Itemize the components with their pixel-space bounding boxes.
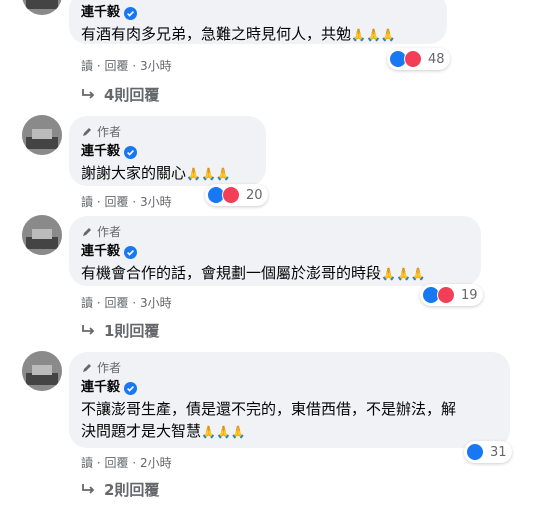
- reaction-count: 31: [490, 444, 507, 460]
- love-reaction-icon: [222, 186, 240, 204]
- comment-actions: 讀 · 回覆 · 3小時: [81, 296, 172, 310]
- pen-icon: [83, 364, 91, 372]
- read-link[interactable]: 讀: [81, 296, 93, 310]
- comment-bubble: 作者 連千毅 謝謝大家的關心🙏🙏🙏: [69, 116, 266, 186]
- comment-text: 有機會合作的話，會規劃一個屬於澎哥的時段: [81, 264, 382, 282]
- avatar[interactable]: [22, 351, 62, 391]
- timestamp[interactable]: 3小時: [140, 296, 172, 310]
- reply-link[interactable]: 回覆: [105, 456, 129, 470]
- reaction-summary[interactable]: 20: [205, 184, 268, 206]
- love-reaction-icon: [404, 50, 422, 68]
- author-tag: 作者: [81, 224, 469, 240]
- comment-bubble: 連千毅 有酒有肉多兄弟，急難之時見何人，共勉🙏🙏🙏: [69, 0, 447, 44]
- reply-link[interactable]: 回覆: [105, 59, 129, 73]
- reply-link[interactable]: 回覆: [105, 296, 129, 310]
- verified-badge-icon: [124, 245, 138, 259]
- like-reaction-icon: [466, 443, 484, 461]
- verified-badge-icon: [124, 6, 138, 20]
- comment-text: 有酒有肉多兄弟，急難之時見何人，共勉: [81, 25, 352, 43]
- verified-badge-icon: [124, 145, 138, 159]
- love-reaction-icon: [437, 286, 455, 304]
- timestamp[interactable]: 2小時: [140, 456, 172, 470]
- reaction-summary[interactable]: 48: [387, 48, 450, 70]
- avatar[interactable]: [22, 115, 62, 155]
- reaction-count: 19: [461, 287, 478, 303]
- comment-text: 謝謝大家的關心: [81, 164, 187, 182]
- commenter-name[interactable]: 連千毅: [81, 379, 120, 397]
- pray-emoji: 🙏🙏🙏: [381, 267, 426, 281]
- pray-emoji: 🙏🙏🙏: [351, 28, 396, 42]
- reply-link[interactable]: 回覆: [105, 195, 129, 209]
- reply-arrow-icon: [82, 324, 95, 335]
- read-link[interactable]: 讀: [81, 456, 93, 470]
- author-tag: 作者: [81, 124, 254, 140]
- comment-actions: 讀 · 回覆 · 2小時: [81, 456, 172, 470]
- reply-arrow-icon: [82, 88, 95, 99]
- read-link[interactable]: 讀: [81, 59, 93, 73]
- pray-emoji: 🙏🙏🙏: [186, 167, 231, 181]
- view-replies-button[interactable]: 4則回覆: [80, 84, 159, 105]
- reaction-count: 20: [246, 187, 263, 203]
- avatar[interactable]: [22, 215, 62, 255]
- pen-icon: [83, 228, 91, 236]
- commenter-name[interactable]: 連千毅: [81, 143, 120, 161]
- pen-icon: [83, 128, 91, 136]
- timestamp[interactable]: 3小時: [140, 195, 172, 209]
- view-replies-button[interactable]: 2則回覆: [80, 479, 159, 500]
- comment-actions: 讀 · 回覆 · 3小時: [81, 59, 172, 73]
- verified-badge-icon: [124, 381, 138, 395]
- pray-emoji: 🙏🙏🙏: [201, 425, 246, 439]
- reaction-count: 48: [428, 51, 445, 67]
- comment-text-line: 決問題才是大智慧: [81, 422, 202, 440]
- comment-actions: 讀 · 回覆 · 3小時: [81, 195, 172, 209]
- view-replies-button[interactable]: 1則回覆: [80, 320, 159, 341]
- author-tag: 作者: [81, 360, 498, 376]
- avatar[interactable]: [22, 0, 62, 15]
- timestamp[interactable]: 3小時: [140, 59, 172, 73]
- reply-arrow-icon: [82, 483, 95, 494]
- read-link[interactable]: 讀: [81, 195, 93, 209]
- reaction-summary[interactable]: 31: [464, 441, 512, 463]
- comment-text-line: 不讓澎哥生產，債是還不完的，東借西借，不是辦法，解: [81, 400, 457, 418]
- commenter-name[interactable]: 連千毅: [81, 243, 120, 261]
- commenter-name[interactable]: 連千毅: [81, 4, 120, 22]
- reaction-summary[interactable]: 19: [420, 284, 483, 306]
- comment-bubble: 作者 連千毅 有機會合作的話，會規劃一個屬於澎哥的時段🙏🙏🙏: [69, 216, 481, 286]
- comment-bubble: 作者 連千毅 不讓澎哥生產，債是還不完的，東借西借，不是辦法，解 決問題才是大智…: [69, 352, 510, 448]
